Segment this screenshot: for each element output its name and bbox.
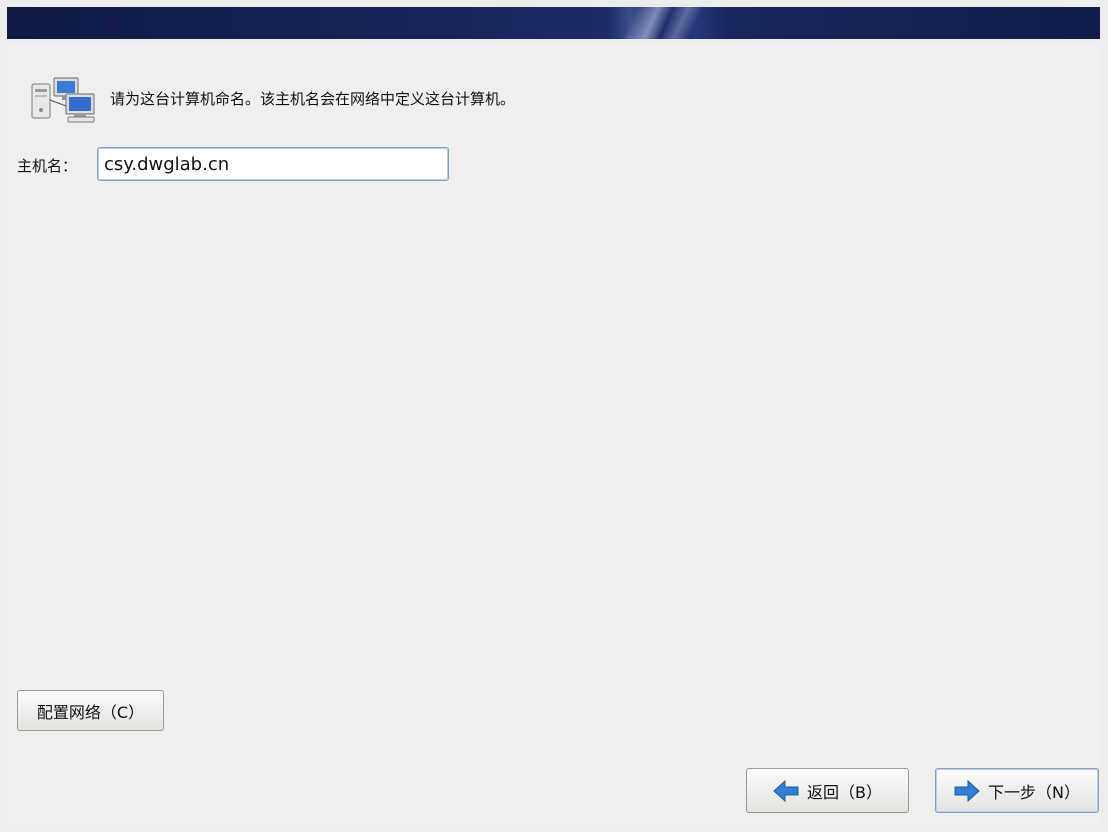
installer-banner [7,7,1100,39]
hostname-label: 主机名： [17,157,78,175]
arrow-left-icon [773,779,799,802]
configure-network-label: 配置网络（C） [36,702,145,722]
next-label: 下一步（N） [988,782,1080,802]
banner-swoosh [597,7,717,39]
computer-network-icon [31,77,95,123]
next-button[interactable]: 下一步（N） [935,768,1099,813]
hostname-input[interactable] [97,147,449,181]
back-label: 返回（B） [807,782,882,802]
intro-text: 请为这台计算机命名。该主机名会在网络中定义这台计算机。 [110,90,516,108]
configure-network-button[interactable]: 配置网络（C） [17,690,164,731]
arrow-right-icon [954,779,980,802]
back-button[interactable]: 返回（B） [746,768,909,813]
